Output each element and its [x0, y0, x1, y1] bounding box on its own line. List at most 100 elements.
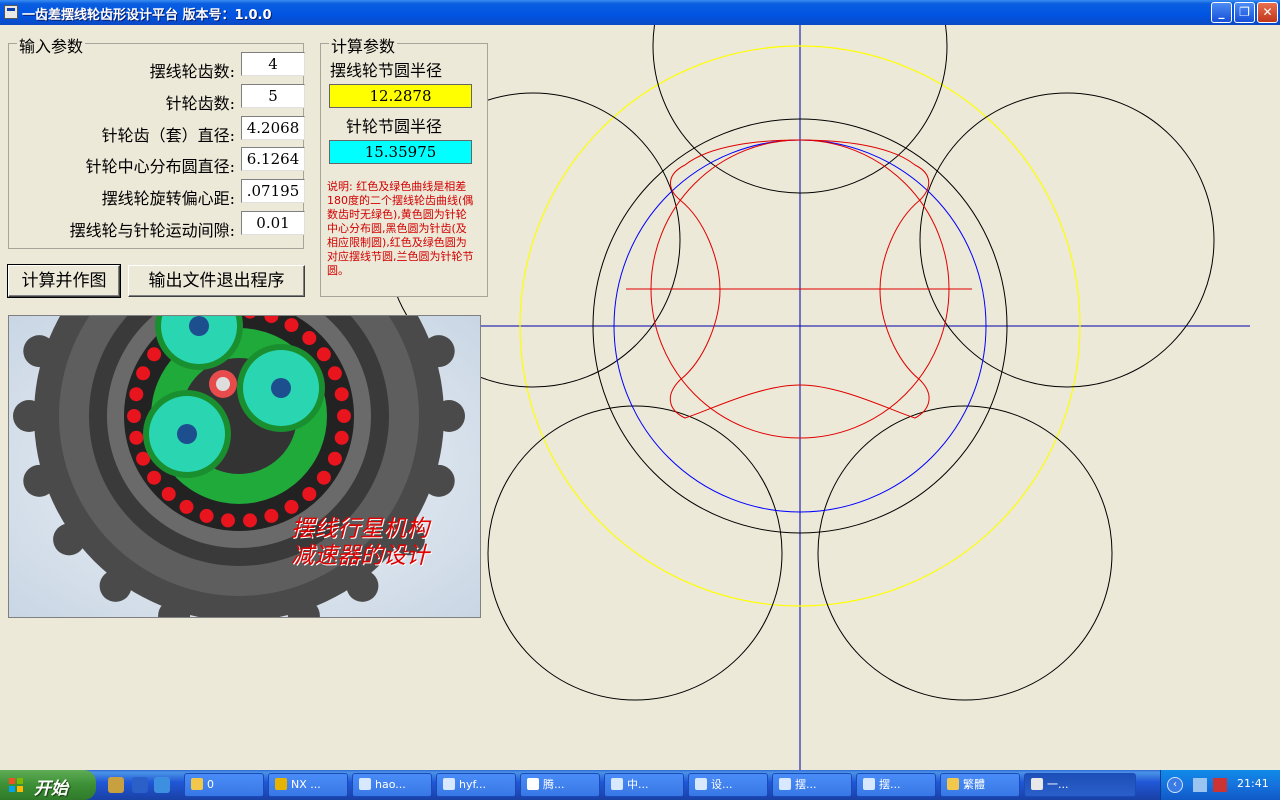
pin-pitch-value: 15.35975	[329, 140, 472, 164]
reducer-illustration: 摆线行星机构 减速器的设计	[8, 315, 481, 618]
pin-circle	[817, 405, 1113, 701]
input-params-title: 输入参数	[17, 33, 86, 57]
pin-roller	[127, 409, 141, 423]
network-icon[interactable]	[1193, 778, 1207, 792]
chevron-left-icon[interactable]: ‹	[1167, 777, 1183, 793]
window-title: 一齿差摆线轮齿形设计平台 版本号：1.0.0	[22, 8, 272, 23]
sprocket-tooth	[53, 523, 86, 556]
taskbar-item-fanti[interactable]: 繁體	[940, 773, 1020, 797]
pin-center-circle-label: 针轮中心分布圆直径:	[85, 157, 235, 176]
folder-icon	[191, 778, 203, 790]
cycloid-profile-curve	[670, 139, 930, 419]
eccentricity-input[interactable]: .07195	[241, 179, 305, 203]
taskbar-item-bai-1[interactable]: 摆...	[772, 773, 852, 797]
taskbar-item-hyf[interactable]: hyf...	[436, 773, 516, 797]
taskbar-item-current-app[interactable]: 一...	[1024, 773, 1136, 797]
illustration-caption: 摆线行星机构 减速器的设计	[291, 516, 429, 570]
taskbar-item-tencent[interactable]: 腾...	[520, 773, 600, 797]
start-label: 开始	[34, 779, 68, 799]
pin-roller	[243, 513, 257, 528]
taskbar-item-nx[interactable]: NX ...	[268, 773, 348, 797]
input-params-group: 输入参数 摆线轮齿数: 4 针轮齿数: 5 针轮齿（套）直径: 4.2068 针…	[8, 33, 305, 249]
clearance-input[interactable]: 0.01	[241, 211, 305, 235]
pin-roller	[161, 487, 176, 501]
pin-roller	[147, 347, 162, 362]
pin-distribution-circle	[519, 45, 1081, 607]
windows-logo-icon	[9, 778, 23, 792]
pin-roller	[334, 387, 349, 402]
export-exit-button[interactable]: 输出文件退出程序	[128, 265, 305, 297]
pin-pitch-label: 针轮节圆半径	[346, 117, 443, 136]
browser-icon	[527, 778, 539, 790]
pin-diameter-input[interactable]: 4.2068	[241, 116, 305, 140]
close-button[interactable]: ✕	[1257, 2, 1278, 23]
title-bar[interactable]: 一齿差摆线轮齿形设计平台 版本号：1.0.0 _ ❐ ✕	[0, 0, 1280, 25]
pin-roller	[316, 347, 331, 362]
pin-roller	[199, 508, 214, 523]
pin-teeth-input[interactable]: 5	[241, 84, 305, 108]
pin-diameter-label: 针轮齿（套）直径:	[101, 126, 235, 145]
quicklaunch-icon-3[interactable]	[154, 777, 170, 793]
planetary-gear-image	[9, 316, 480, 617]
pin-roller	[284, 499, 299, 514]
pin-roller	[221, 513, 235, 528]
quicklaunch-icon-2[interactable]	[132, 777, 148, 793]
cycloid-pitch-label: 摆线轮节圆半径	[330, 61, 443, 80]
pin-circle	[487, 405, 783, 701]
cycloid-pitch-circle	[650, 139, 950, 439]
taskbar-item-she[interactable]: 设...	[688, 773, 768, 797]
sprocket-tooth	[23, 464, 56, 497]
ie-icon	[863, 778, 875, 790]
pin-circle	[919, 92, 1215, 388]
pin-roller	[284, 318, 299, 333]
calc-params-title: 计算参数	[329, 33, 398, 57]
sprocket-tooth	[422, 464, 455, 497]
ie-icon	[695, 778, 707, 790]
taskbar-item-bai-2[interactable]: 摆...	[856, 773, 936, 797]
taskbar-item-folder-0[interactable]: 0	[184, 773, 264, 797]
pin-roller	[264, 508, 279, 523]
ie-icon	[359, 778, 371, 790]
pin-roller	[302, 331, 317, 345]
pin-roller	[147, 470, 162, 485]
calc-params-group: 计算参数 摆线轮节圆半径 12.2878 针轮节圆半径 15.35975 说明:…	[320, 33, 488, 297]
start-button[interactable]: 开始	[0, 770, 96, 800]
input-method-icon[interactable]	[1213, 778, 1227, 792]
pin-roller	[129, 387, 144, 402]
app-icon[interactable]	[4, 5, 18, 19]
sprocket-tooth	[422, 335, 455, 368]
calculate-button[interactable]: 计算并作图	[7, 264, 121, 298]
minimize-button[interactable]: _	[1211, 2, 1232, 23]
taskbar-item-hao[interactable]: hao...	[352, 773, 432, 797]
taskbar-item-zhong[interactable]: 中...	[604, 773, 684, 797]
cycloid-pitch-value: 12.2878	[329, 84, 472, 108]
limit-circle	[592, 118, 1008, 534]
folder-icon	[947, 778, 959, 790]
system-tray: ‹ 21:41	[1160, 770, 1280, 800]
pin-center-circle-input[interactable]: 6.1264	[241, 147, 305, 171]
nx-icon	[275, 778, 287, 790]
app-icon	[1031, 778, 1043, 790]
caption-line-2: 减速器的设计	[291, 543, 429, 569]
ie-icon	[611, 778, 623, 790]
pin-pitch-circle	[613, 139, 987, 513]
ie-icon	[443, 778, 455, 790]
pin-roller	[179, 499, 194, 514]
pin-roller	[327, 366, 342, 381]
caption-line-1: 摆线行星机构	[291, 516, 429, 542]
legend-note: 说明: 红色及绿色曲线是相差180度的二个摆线轮齿曲线(偶数齿时无绿色),黄色圆…	[327, 180, 474, 277]
pin-roller	[129, 430, 144, 445]
quicklaunch-icon-1[interactable]	[108, 777, 124, 793]
pin-roller	[327, 451, 342, 466]
sprocket-tooth	[433, 400, 465, 432]
clock[interactable]: 21:41	[1237, 777, 1269, 790]
pin-circle	[652, 25, 948, 194]
clearance-label: 摆线轮与针轮运动间隙:	[69, 221, 235, 240]
cycloid-teeth-label: 摆线轮齿数:	[149, 62, 235, 81]
sprocket-tooth	[13, 400, 45, 432]
maximize-button[interactable]: ❐	[1234, 2, 1255, 23]
ie-icon	[779, 778, 791, 790]
sprocket-tooth	[23, 335, 56, 368]
cycloid-teeth-input[interactable]: 4	[241, 52, 305, 76]
pin-roller	[334, 430, 349, 445]
